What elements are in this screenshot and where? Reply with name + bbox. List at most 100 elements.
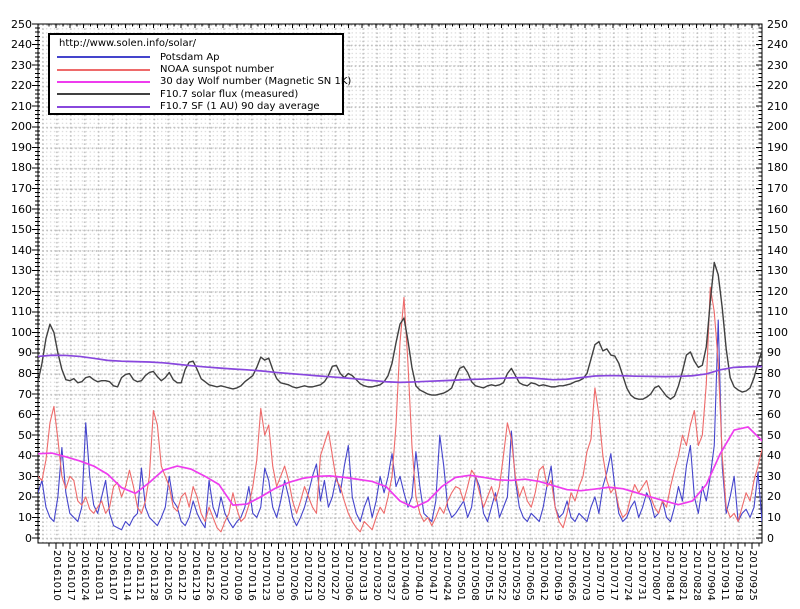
x-axis-label: 20161121 (134, 550, 146, 601)
y-axis-label-left: 90 (18, 346, 32, 360)
x-axis-label: 20170918 (733, 550, 745, 601)
x-axis-label: 20161031 (92, 550, 104, 601)
x-axis-label: 20161017 (64, 550, 76, 601)
x-axis-label: 20161226 (204, 550, 216, 601)
x-axis-label: 20170123 (259, 550, 271, 601)
y-axis-label-right: 170 (767, 181, 788, 195)
x-axis-label: 20170327 (385, 550, 397, 601)
y-axis-label-left: 100 (11, 325, 32, 339)
x-axis-label: 20170904 (705, 550, 717, 601)
legend-swatch-noaa-sunspot (57, 68, 150, 71)
x-axis-label: 20170116 (245, 550, 257, 601)
x-axis-label: 20170626 (566, 550, 578, 601)
x-axis-label: 20170703 (579, 550, 591, 601)
legend-item-noaa-sunspot: NOAA sunspot number (50, 63, 342, 75)
legend: http://www.solen.info/solar/ Potsdam Ap N… (48, 33, 351, 115)
x-axis-label: 20170731 (635, 550, 647, 601)
y-axis-label-right: 80 (767, 367, 781, 381)
y-axis-label-left: 0 (25, 531, 32, 545)
y-axis-label-left: 220 (11, 79, 32, 93)
x-axis-label: 20170807 (649, 550, 661, 601)
legend-label: NOAA sunspot number (160, 64, 275, 76)
x-axis-label: 20170724 (621, 550, 633, 601)
y-axis-label-left: 70 (18, 387, 32, 401)
legend-item-f107-flux: F10.7 solar flux (measured) (50, 88, 342, 100)
x-axis-label: 20170320 (371, 550, 383, 601)
y-axis-label-right: 190 (767, 140, 788, 154)
x-axis-label: 20170220 (315, 550, 327, 601)
legend-label: 30 day Wolf number (Magnetic SN 1K) (160, 76, 352, 88)
x-axis-label: 20170925 (747, 550, 759, 601)
y-axis-label-right: 90 (767, 346, 781, 360)
y-axis-label-left: 140 (11, 243, 32, 257)
y-axis-label-right: 120 (767, 284, 788, 298)
y-axis-label-left: 130 (11, 264, 32, 278)
x-axis-label: 20170227 (329, 550, 341, 601)
x-axis-label: 20170206 (287, 550, 299, 601)
y-axis-label-left: 50 (18, 428, 32, 442)
y-axis-label-right: 130 (767, 264, 788, 278)
x-axis-label: 20161128 (148, 550, 160, 601)
y-axis-label-right: 150 (767, 223, 788, 237)
x-axis-label: 20161219 (190, 550, 202, 601)
legend-rows: Potsdam Ap NOAA sunspot number 30 day Wolf… (50, 51, 351, 113)
y-axis-label-right: 160 (767, 202, 788, 216)
y-axis-label-left: 240 (11, 38, 32, 52)
x-axis-label: 20170213 (301, 550, 313, 601)
x-axis-label: 20161212 (176, 550, 188, 601)
y-axis-label-left: 110 (11, 305, 32, 319)
x-axis-label: 20161205 (162, 550, 174, 601)
y-axis-label-right: 20 (767, 490, 781, 504)
y-axis-label-left: 230 (11, 58, 32, 72)
series-line-f107-flux (38, 261, 762, 400)
x-axis-label: 20170911 (719, 550, 731, 601)
x-axis-label: 20170313 (357, 550, 369, 601)
y-axis-label-right: 60 (767, 408, 781, 422)
legend-item-wolf-30day: 30 day Wolf number (Magnetic SN 1K) (50, 76, 351, 88)
legend-item-f107-90day-avg: F10.7 SF (1 AU) 90 day average (50, 101, 342, 113)
legend-swatch-f107-flux (57, 93, 150, 96)
legend-url: http://www.solen.info/solar/ (59, 38, 197, 49)
x-axis-label: 20170717 (607, 550, 619, 601)
y-axis-label-left: 30 (18, 469, 32, 483)
y-axis-label-left: 150 (11, 223, 32, 237)
y-axis-label-left: 210 (11, 99, 32, 113)
y-axis-label-left: 190 (11, 140, 32, 154)
x-axis-label: 20170821 (677, 550, 689, 601)
x-axis-label: 20161114 (120, 550, 132, 601)
x-axis-label: 20170403 (398, 550, 410, 601)
legend-swatch-f107-90day-avg (57, 105, 150, 108)
y-axis-label-left: 170 (11, 181, 32, 195)
y-axis-label-right: 40 (767, 449, 781, 463)
y-axis-label-right: 140 (767, 243, 788, 257)
x-axis-label: 20170710 (593, 550, 605, 601)
y-axis-label-left: 40 (18, 449, 32, 463)
x-axis-label: 20161010 (50, 550, 62, 601)
x-axis-label: 20170130 (273, 550, 285, 601)
y-axis-label-right: 10 (767, 510, 781, 524)
legend-swatch-potsdam-ap (57, 56, 150, 59)
solar-activity-chart: 250 240 230 220 210 200 190 180 170 160 150 140 130 1… (0, 0, 800, 609)
x-axis-label: 20161024 (78, 550, 90, 601)
x-axis-label: 20170501 (454, 550, 466, 601)
y-axis-label-right: 70 (767, 387, 781, 401)
y-axis-label-right: 200 (767, 120, 788, 134)
x-axis-label: 20170814 (663, 550, 675, 601)
x-axis-label: 20170109 (231, 550, 243, 601)
x-axis-label: 20170410 (412, 550, 424, 601)
y-axis-label-right: 210 (767, 99, 788, 113)
y-axis-label-right: 180 (767, 161, 788, 175)
y-axis-label-left: 250 (11, 17, 32, 31)
legend-label: F10.7 solar flux (measured) (160, 88, 299, 100)
x-axis-label: 20170522 (496, 550, 508, 601)
y-axis-label-right: 240 (767, 38, 788, 52)
x-axis-label: 20170605 (524, 550, 536, 601)
legend-swatch-wolf-30day (57, 80, 150, 83)
y-axis-label-right: 0 (767, 531, 774, 545)
x-axis-label: 20170612 (538, 550, 550, 601)
y-axis-label-left: 20 (18, 490, 32, 504)
x-axis-label: 20170828 (691, 550, 703, 601)
x-axis-label: 20170529 (510, 550, 522, 601)
legend-label: Potsdam Ap (160, 51, 220, 63)
y-axis-label-right: 220 (767, 79, 788, 93)
